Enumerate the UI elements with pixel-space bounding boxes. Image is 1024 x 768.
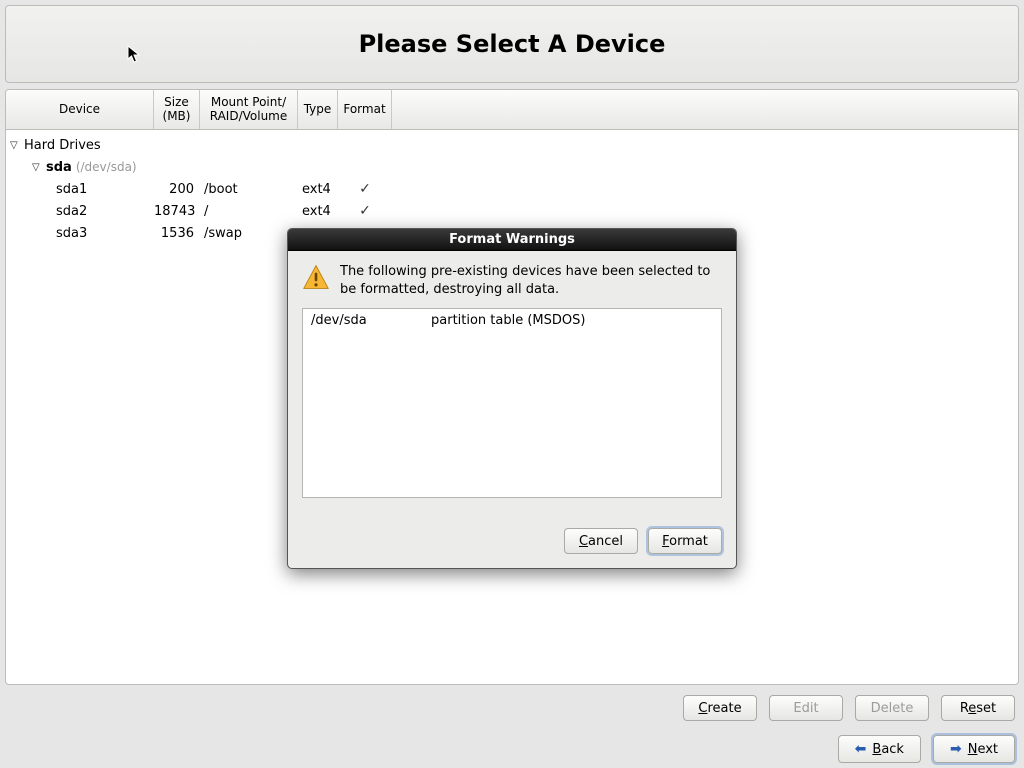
create-button[interactable]: Create bbox=[683, 695, 757, 721]
list-desc: partition table (MSDOS) bbox=[431, 313, 585, 328]
partition-row[interactable]: sda1 200 /boot ext4 ✓ bbox=[6, 178, 1018, 200]
nav-bar: ⬅ Back ➡ Next bbox=[5, 725, 1019, 763]
back-button[interactable]: ⬅ Back bbox=[838, 735, 921, 763]
col-header-type[interactable]: Type bbox=[298, 90, 338, 129]
partition-type: ext4 bbox=[298, 182, 338, 197]
col-header-format[interactable]: Format bbox=[338, 90, 392, 129]
list-device: /dev/sda bbox=[311, 313, 431, 328]
tree-root-row[interactable]: ▽Hard Drives bbox=[6, 134, 1018, 156]
format-warnings-dialog: Format Warnings The following pre-existi… bbox=[287, 228, 737, 569]
partition-size: 1536 bbox=[154, 226, 200, 241]
disk-name: sda bbox=[46, 160, 72, 175]
col-header-device[interactable]: Device bbox=[6, 90, 154, 129]
page-title: Please Select A Device bbox=[359, 30, 666, 58]
expander-icon[interactable]: ▽ bbox=[32, 162, 44, 173]
partition-type: ext4 bbox=[298, 204, 338, 219]
arrow-left-icon: ⬅ bbox=[855, 741, 867, 757]
partition-mount: / bbox=[200, 204, 298, 219]
col-header-mount[interactable]: Mount Point/ RAID/Volume bbox=[200, 90, 298, 129]
partition-row[interactable]: sda2 18743 / ext4 ✓ bbox=[6, 200, 1018, 222]
format-button[interactable]: Format bbox=[648, 528, 722, 554]
list-item[interactable]: /dev/sda partition table (MSDOS) bbox=[311, 313, 713, 328]
arrow-right-icon: ➡ bbox=[950, 741, 962, 757]
checkmark-icon: ✓ bbox=[359, 181, 371, 197]
partition-mount: /boot bbox=[200, 182, 298, 197]
partition-name: sda1 bbox=[56, 182, 87, 197]
delete-button: Delete bbox=[855, 695, 929, 721]
cancel-button[interactable]: Cancel bbox=[564, 528, 638, 554]
dialog-message: The following pre-existing devices have … bbox=[340, 263, 722, 298]
expander-icon[interactable]: ▽ bbox=[10, 140, 22, 151]
partition-mount: /swap bbox=[200, 226, 298, 241]
title-panel: Please Select A Device bbox=[5, 5, 1019, 83]
column-headers: Device Size (MB) Mount Point/ RAID/Volum… bbox=[6, 90, 1018, 130]
disk-path: (/dev/sda) bbox=[76, 160, 137, 174]
tree-disk-row[interactable]: ▽sda (/dev/sda) bbox=[6, 156, 1018, 178]
reset-button[interactable]: Reset bbox=[941, 695, 1015, 721]
edit-button: Edit bbox=[769, 695, 843, 721]
partition-size: 18743 bbox=[154, 204, 200, 219]
partition-name: sda3 bbox=[56, 226, 87, 241]
col-header-size[interactable]: Size (MB) bbox=[154, 90, 200, 129]
checkmark-icon: ✓ bbox=[359, 203, 371, 219]
action-bar: Create Edit Delete Reset bbox=[5, 685, 1019, 725]
warning-icon bbox=[302, 263, 330, 295]
partition-name: sda2 bbox=[56, 204, 87, 219]
partition-size: 200 bbox=[154, 182, 200, 197]
next-button[interactable]: ➡ Next bbox=[933, 735, 1015, 763]
format-device-list[interactable]: /dev/sda partition table (MSDOS) bbox=[302, 308, 722, 498]
tree-root-label: Hard Drives bbox=[24, 138, 101, 153]
dialog-title: Format Warnings bbox=[288, 229, 736, 251]
